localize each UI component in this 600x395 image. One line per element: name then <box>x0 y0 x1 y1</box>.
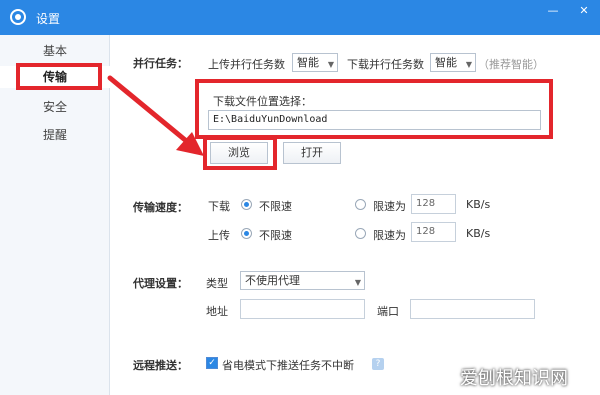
chevron-down-icon: ▼ <box>354 278 361 287</box>
remote-push-checkbox[interactable]: ✓ <box>206 357 218 369</box>
remote-push-checkbox-label: 省电模式下推送任务不中断 <box>222 359 354 372</box>
annotation-sidebar-box <box>16 63 102 90</box>
upload-limit-label: 限速为 <box>373 229 406 242</box>
upload-limit-unit: KB/s <box>466 227 491 240</box>
upload-unlimited-label: 不限速 <box>259 229 292 242</box>
download-unlimited-radio[interactable] <box>241 199 252 210</box>
proxy-section-label: 代理设置： <box>133 277 188 290</box>
close-button[interactable]: ✕ <box>574 4 594 22</box>
download-unlimited-label: 不限速 <box>259 200 292 213</box>
sidebar-item-security[interactable]: 安全 <box>0 96 110 118</box>
upload-speed-label: 上传 <box>208 229 230 242</box>
settings-gear-icon <box>10 9 26 25</box>
download-speed-label: 下载 <box>208 200 230 213</box>
proxy-address-input[interactable] <box>240 299 365 319</box>
upload-unlimited-radio[interactable] <box>241 228 252 239</box>
upload-limit-radio[interactable] <box>355 228 366 239</box>
speed-section-label: 传输速度： <box>133 201 188 214</box>
minimize-button[interactable]: — <box>543 4 563 22</box>
remote-push-section-label: 远程推送： <box>133 359 188 372</box>
window-title: 设置 <box>36 12 61 26</box>
download-limit-input[interactable]: 128 <box>411 194 456 214</box>
sidebar-item-basic[interactable]: 基本 <box>0 40 110 62</box>
watermark: 爱刨根知识网 <box>460 368 568 389</box>
proxy-address-label: 地址 <box>206 305 228 318</box>
download-limit-radio[interactable] <box>355 199 366 210</box>
proxy-type-label: 类型 <box>206 277 228 290</box>
proxy-type-value: 不使用代理 <box>245 274 300 287</box>
download-limit-unit: KB/s <box>466 198 491 211</box>
title-bar: 设置 — ✕ <box>0 0 600 35</box>
proxy-type-select[interactable]: 不使用代理 ▼ <box>240 271 365 290</box>
proxy-port-label: 端口 <box>377 305 399 318</box>
help-icon[interactable]: ? <box>372 358 384 370</box>
proxy-port-input[interactable] <box>410 299 535 319</box>
download-limit-label: 限速为 <box>373 200 406 213</box>
sidebar-item-reminder[interactable]: 提醒 <box>0 124 110 146</box>
upload-limit-input[interactable]: 128 <box>411 222 456 242</box>
main-panel-lower: 传输速度： 下载 不限速 限速为 128 KB/s 上传 不限速 限速为 128… <box>111 35 600 395</box>
